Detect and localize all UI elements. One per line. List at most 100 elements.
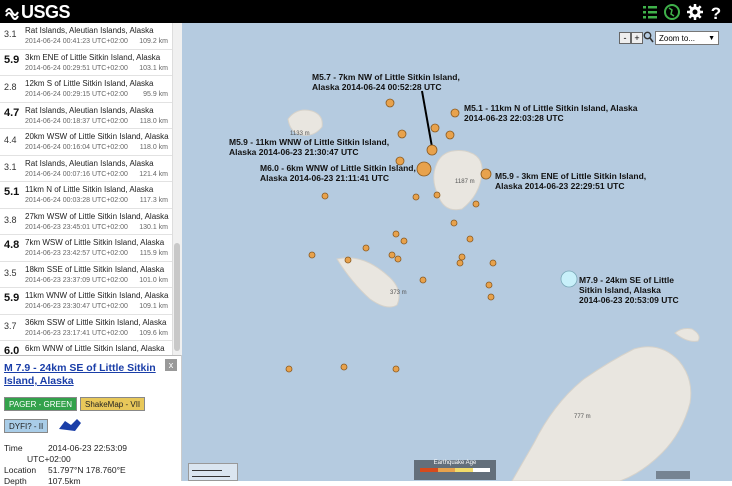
usgs-wave-icon <box>5 7 19 20</box>
list-item-time: 2014-06-24 00:29:15 UTC+02:00 <box>25 91 128 98</box>
list-item-time: 2014-06-23 23:42:57 UTC+02:00 <box>25 250 128 257</box>
earthquake-marker[interactable] <box>485 281 493 289</box>
earthquake-marker[interactable] <box>433 191 441 199</box>
earthquake-marker[interactable] <box>385 98 395 108</box>
earthquake-marker[interactable] <box>426 144 438 156</box>
earthquake-marker[interactable] <box>388 251 396 259</box>
sidebar: 3.1 Rat Islands, Aleutian Islands, Alaska… <box>0 23 182 486</box>
chevron-down-icon: ▼ <box>708 35 715 42</box>
time-value: 2014-06-23 22:53:09 <box>48 443 127 453</box>
list-scrollbar[interactable] <box>172 23 182 355</box>
earthquake-marker[interactable] <box>466 235 474 243</box>
scrollbar-thumb[interactable] <box>174 243 180 351</box>
list-item-depth: 118.0 km <box>139 117 168 125</box>
list-item-magnitude: 6.0 <box>4 345 20 355</box>
map-icon[interactable] <box>663 3 681 21</box>
earthquake-list-item[interactable]: 3.7 36km SSW of Little Sitkin Island, Ala… <box>0 315 172 341</box>
earthquake-list-item[interactable]: 2.8 12km S of Little Sitkin Island, Alask… <box>0 76 172 103</box>
earthquake-list-item[interactable]: 3.8 27km WSW of Little Sitkin Island, Ala… <box>0 209 172 235</box>
list-item-depth: 95.9 km <box>143 91 168 98</box>
quake-label: M6.0 - 6km WNW of Little Sitkin Island, A… <box>260 163 416 183</box>
earthquake-marker[interactable] <box>480 168 492 180</box>
earthquake-list-item[interactable]: 5.1 11km N of Little Sitkin Island, Alask… <box>0 182 172 209</box>
list-item-magnitude: 4.4 <box>4 135 17 145</box>
list-item-time: 2014-06-23 23:17:41 UTC+02:00 <box>25 329 128 337</box>
time-zone: UTC+02:00 <box>27 454 71 464</box>
earthquake-marker[interactable] <box>489 259 497 267</box>
earthquake-marker[interactable] <box>394 255 402 263</box>
help-icon[interactable]: ? <box>707 3 725 21</box>
earthquake-marker[interactable] <box>362 244 370 252</box>
dyfi-hand-icon <box>59 419 81 431</box>
list-item-place: 36km SSW of Little Sitkin Island, Alaska <box>25 317 167 327</box>
event-detail-panel: x M 7.9 - 24km SE of Little Sitkin Islan… <box>0 355 181 486</box>
search-icon[interactable] <box>643 31 654 43</box>
earthquake-marker[interactable] <box>472 200 480 208</box>
earthquake-marker[interactable] <box>285 365 293 373</box>
island-segula <box>336 257 400 308</box>
earthquake-marker[interactable] <box>400 237 408 245</box>
earthquake-marker[interactable] <box>419 276 427 284</box>
earthquake-marker[interactable] <box>458 253 466 261</box>
earthquake-marker[interactable] <box>397 129 407 139</box>
earthquake-marker[interactable] <box>344 256 352 264</box>
zoom-out-button[interactable]: - <box>619 32 631 44</box>
earthquake-marker[interactable] <box>450 108 460 118</box>
mainshock-marker[interactable] <box>560 270 578 288</box>
usgs-logo[interactable]: USGS <box>5 2 71 23</box>
earthquake-list-item[interactable]: 3.5 18km SSE of Little Sitkin Island, Ala… <box>0 262 172 288</box>
list-item-magnitude: 3.1 <box>4 161 17 172</box>
list-item-depth: 103.1 km <box>139 64 168 72</box>
earthquake-marker[interactable] <box>450 219 458 227</box>
elevation-label: 777 m <box>574 414 591 420</box>
gear-icon[interactable] <box>686 3 704 21</box>
zoom-to-select[interactable]: Zoom to... ▼ <box>655 31 719 45</box>
list-item-place: Rat Islands, Aleutian Islands, Alaska <box>25 26 154 35</box>
earthquake-marker[interactable] <box>456 259 464 267</box>
svg-text:?: ? <box>711 4 721 21</box>
list-item-place: 11km WNW of Little Sitkin Island, Alaska <box>25 291 169 300</box>
quake-label: M5.9 - 11km WNW of Little Sitkin Island,… <box>229 137 390 157</box>
list-item-time: 2014-06-24 00:41:23 UTC+02:00 <box>25 38 128 45</box>
list-item-time: 2014-06-23 23:30:47 UTC+02:00 <box>25 303 128 310</box>
earthquake-marker[interactable] <box>487 293 495 301</box>
earthquake-marker[interactable] <box>321 192 329 200</box>
earthquake-list-item[interactable]: 3.1 Rat Islands, Aleutian Islands, Alaska… <box>0 156 172 182</box>
island-rat <box>674 328 700 342</box>
pager-badge[interactable]: PAGER - GREEN <box>4 397 77 411</box>
zoom-in-button[interactable]: + <box>631 32 643 44</box>
depth-label: Depth <box>4 476 27 486</box>
earthquake-marker[interactable] <box>430 123 440 133</box>
quake-label: M5.9 - 3km ENE of Little Sitkin Island, A… <box>495 171 647 191</box>
earthquake-list-item[interactable]: 6.0 6km WNW of Little Sitkin Island, Alas… <box>0 341 172 355</box>
earthquake-list-item[interactable]: 5.9 11km WNW of Little Sitkin Island, Ala… <box>0 288 172 315</box>
earthquake-list-item[interactable]: 4.8 7km WSW of Little Sitkin Island, Alas… <box>0 235 172 262</box>
event-title-link[interactable]: M 7.9 - 24km SE of Little Sitkin Island,… <box>4 362 162 388</box>
list-item-place: Rat Islands, Aleutian Islands, Alaska <box>25 158 154 168</box>
earthquake-marker[interactable] <box>445 130 455 140</box>
dyfi-badge[interactable]: DYFI? - II <box>4 419 49 433</box>
earthquake-marker[interactable] <box>392 365 400 373</box>
earthquake-list-item[interactable]: 4.4 20km WSW of Little Sitkin Island, Ala… <box>0 129 172 156</box>
earthquake-marker[interactable] <box>392 230 400 238</box>
list-item-place: 3km ENE of Little Sitkin Island, Alaska <box>25 52 161 62</box>
shakemap-badge[interactable]: ShakeMap - VII <box>80 397 146 411</box>
close-button[interactable]: x <box>165 359 177 371</box>
earthquake-marker[interactable] <box>416 161 432 177</box>
list-item-place: 11km N of Little Sitkin Island, Alaska <box>25 185 154 194</box>
map-view[interactable]: 1133 m 1187 m 373 m 777 m - + Zoom to...… <box>182 23 732 481</box>
earthquake-marker[interactable] <box>308 251 316 259</box>
list-item-depth: 130.1 km <box>139 223 168 231</box>
location-label: Location <box>4 465 37 475</box>
earthquake-list-item[interactable]: 3.1 Rat Islands, Aleutian Islands, Alaska… <box>0 23 172 50</box>
list-item-place: Rat Islands, Aleutian Islands, Alaska <box>25 105 154 115</box>
list-item-time: 2014-06-23 23:37:09 UTC+02:00 <box>25 276 128 284</box>
earthquake-list-item[interactable]: 4.7 Rat Islands, Aleutian Islands, Alaska… <box>0 103 172 129</box>
earthquake-marker[interactable] <box>412 193 420 201</box>
list-item-magnitude: 3.1 <box>4 29 17 39</box>
earthquake-marker[interactable] <box>340 363 348 371</box>
list-icon[interactable] <box>641 3 659 21</box>
list-item-time: 2014-06-24 00:03:28 UTC+02:00 <box>25 197 128 204</box>
time-label: Time <box>4 443 23 453</box>
earthquake-list-item[interactable]: 5.9 3km ENE of Little Sitkin Island, Alas… <box>0 50 172 76</box>
